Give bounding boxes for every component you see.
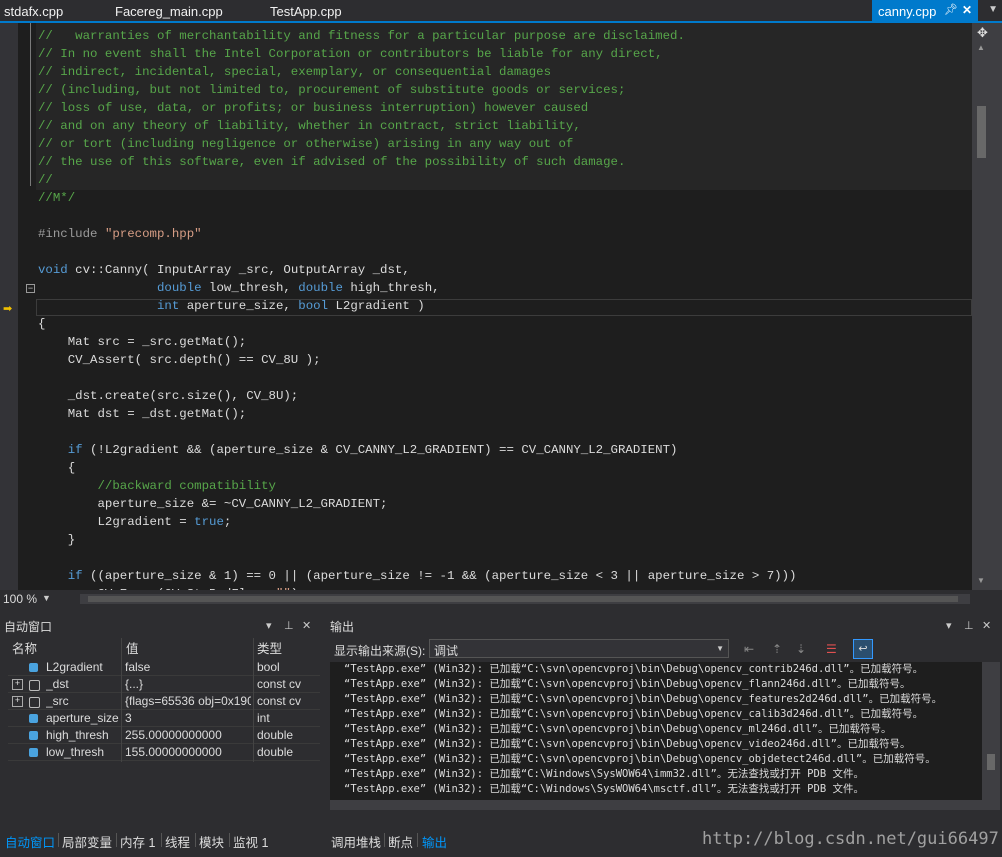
output-toolbar: 显示输出来源(S): 调试 ▼ ⇤ ⇡ ⇣ ☰ ↩ [326, 638, 1002, 660]
variable-icon [29, 731, 38, 740]
table-row[interactable]: L2gradient false bool [8, 659, 320, 676]
output-vertical-scrollbar[interactable] [982, 662, 1000, 810]
output-line: “TestApp.exe” (Win32): 已加载“C:\svn\opencv… [344, 663, 924, 675]
pin-icon[interactable]: ⊥ [284, 619, 294, 632]
tab-autos[interactable]: 自动窗口 [5, 832, 55, 851]
scroll-up-icon[interactable]: ▲ [977, 43, 985, 52]
output-horizontal-scrollbar[interactable] [330, 800, 982, 810]
output-line: “TestApp.exe” (Win32): 已加载“C:\svn\opencv… [344, 753, 936, 765]
output-line: “TestApp.exe” (Win32): 已加载“C:\Windows\Sy… [344, 783, 864, 795]
code-editor[interactable]: − ➡ // warranties of merchantability and… [0, 23, 1002, 590]
output-line: “TestApp.exe” (Win32): 已加载“C:\Windows\Sy… [344, 768, 864, 780]
table-row[interactable]: aperture_size 3 int [8, 710, 320, 727]
output-window-title: 输出 [330, 620, 355, 634]
pin-icon[interactable]: ⊥ [964, 619, 974, 632]
output-window: 输出 ▾ ⊥ ✕ 显示输出来源(S): 调试 ▼ ⇤ ⇡ ⇣ ☰ ↩ “Test… [326, 616, 1002, 829]
zoom-level[interactable]: 100 % [3, 592, 37, 606]
go-to-line-icon[interactable]: ⇤ [744, 642, 754, 656]
close-icon[interactable]: ✕ [302, 619, 311, 632]
output-line: “TestApp.exe” (Win32): 已加载“C:\svn\opencv… [344, 693, 943, 705]
column-header-name[interactable]: 名称 [12, 638, 37, 656]
table-row[interactable]: + _src {flags=65536 obj=0x190 const cv [8, 693, 320, 710]
tab-call-stack[interactable]: 调用堆栈 [331, 832, 381, 851]
column-header-type[interactable]: 类型 [257, 638, 282, 656]
table-row[interactable]: high_thresh 255.00000000000 double [8, 727, 320, 744]
word-wrap-toggle-icon[interactable]: ↩ [853, 639, 873, 659]
tool-window-tabs: 自动窗口 局部变量 内存 1 线程 模块 监视 1 调用堆栈 断点 输出 htt… [0, 829, 1002, 857]
tab-locals[interactable]: 局部变量 [62, 832, 112, 851]
document-tab-strip: stdafx.cpp Facereg_main.cpp TestApp.cpp … [0, 0, 1002, 23]
tab-threads[interactable]: 线程 [165, 832, 190, 851]
tab-dropdown-icon[interactable]: ▼ [988, 4, 998, 15]
chevron-down-icon: ▼ [716, 644, 724, 653]
output-source-label: 显示输出来源(S): [334, 644, 426, 658]
dropdown-icon[interactable]: ▾ [266, 619, 272, 632]
editor-horizontal-scrollbar[interactable] [80, 594, 970, 604]
tab-modules[interactable]: 模块 [199, 832, 224, 851]
variable-icon [29, 714, 38, 723]
tab-breakpoints[interactable]: 断点 [388, 832, 413, 851]
tab-facereg-main[interactable]: Facereg_main.cpp [115, 4, 223, 19]
tab-memory-1[interactable]: 内存 1 [120, 832, 155, 851]
zoom-dropdown-icon[interactable]: ▼ [42, 593, 51, 603]
table-row[interactable]: low_thresh 155.00000000000 double [8, 744, 320, 761]
tab-testapp[interactable]: TestApp.cpp [270, 4, 342, 19]
collapse-icon[interactable]: − [26, 284, 35, 293]
dropdown-icon[interactable]: ▾ [946, 619, 952, 632]
column-header-value[interactable]: 值 [126, 638, 139, 656]
autos-window-title: 自动窗口 [4, 620, 53, 634]
close-tab-icon[interactable]: ✕ [962, 3, 972, 17]
expand-icon[interactable]: + [12, 696, 23, 707]
previous-message-icon[interactable]: ⇡ [772, 642, 782, 656]
pin-icon[interactable]: 📌︎ [944, 3, 958, 16]
autos-window: 自动窗口 ▾ ⊥ ✕ 名称 值 类型 L2gradient false bool… [0, 616, 322, 829]
scroll-down-icon[interactable]: ▼ [977, 576, 985, 585]
clear-all-icon[interactable]: ☰ [826, 642, 837, 656]
tab-canny-active[interactable]: canny.cpp 📌︎ ✕ [872, 0, 978, 21]
output-line: “TestApp.exe” (Win32): 已加载“C:\svn\opencv… [344, 723, 892, 735]
editor-status-bar: 100 % ▼ [0, 590, 1002, 608]
editor-vertical-scrollbar[interactable]: ▲ ▼ [972, 23, 1002, 590]
output-text-area[interactable]: “TestApp.exe” (Win32): 已加载“C:\svn\opencv… [330, 662, 982, 800]
expand-icon[interactable]: + [12, 679, 23, 690]
watermark: http://blog.csdn.net/gui66497 [702, 829, 999, 849]
table-row[interactable]: + _dst {...} const cv [8, 676, 320, 693]
scrollbar-thumb[interactable] [977, 106, 986, 158]
variable-icon [29, 748, 38, 757]
close-icon[interactable]: ✕ [982, 619, 991, 632]
variable-icon [29, 663, 38, 672]
split-window-icon[interactable]: ✥ [977, 25, 988, 41]
object-icon [29, 680, 40, 691]
tab-stdafx[interactable]: stdafx.cpp [4, 4, 63, 19]
code-content[interactable]: // warranties of merchantability and fit… [38, 27, 796, 590]
tab-output[interactable]: 输出 [422, 832, 447, 851]
output-source-select[interactable]: 调试 ▼ [429, 639, 729, 658]
next-message-icon[interactable]: ⇣ [796, 642, 806, 656]
object-icon [29, 697, 40, 708]
tab-watch-1[interactable]: 监视 1 [233, 832, 268, 851]
output-line: “TestApp.exe” (Win32): 已加载“C:\svn\opencv… [344, 738, 911, 750]
output-line: “TestApp.exe” (Win32): 已加载“C:\svn\opencv… [344, 708, 924, 720]
tab-canny-label: canny.cpp [878, 4, 937, 19]
output-line: “TestApp.exe” (Win32): 已加载“C:\svn\opencv… [344, 678, 911, 690]
instruction-pointer-arrow-icon: ➡ [3, 303, 13, 315]
